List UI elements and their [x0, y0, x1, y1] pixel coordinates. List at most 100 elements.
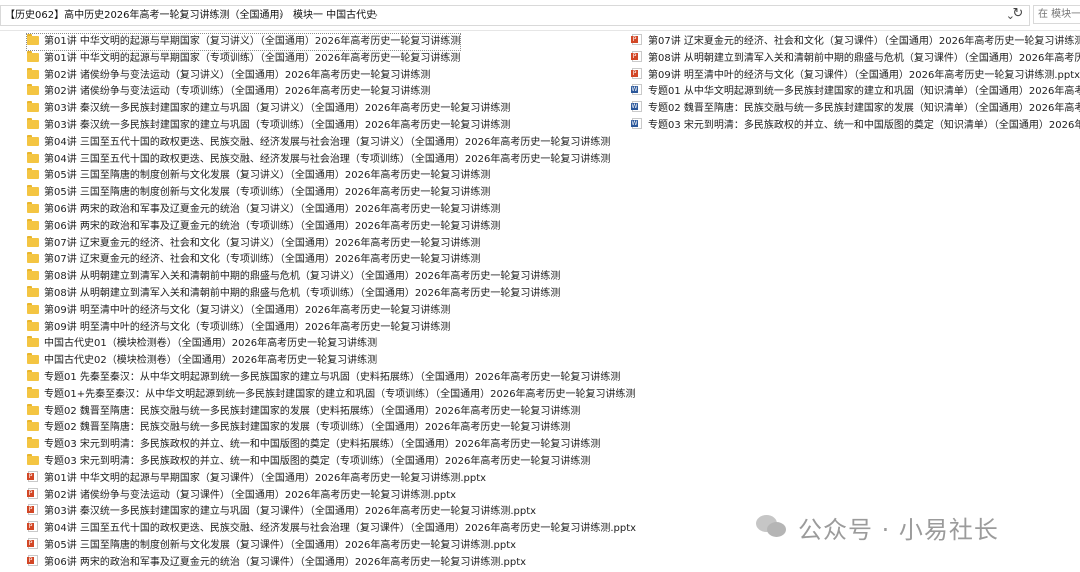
docx-file-icon: W	[631, 118, 643, 129]
item-label: 第03讲 秦汉统一多民族封建国家的建立与巩固（复习讲义）（全国通用）2026年高…	[44, 103, 511, 115]
file-item[interactable]: W 专题03 宋元到明清：多民族政权的并立、统一和中国版图的奠定（知识清单）（全国…	[631, 118, 1080, 134]
chevron-right-icon[interactable]: ›	[374, 6, 378, 25]
item-label: 中国古代史01（模块检测卷）（全国通用）2026年高考历史一轮复习讲练测	[44, 338, 378, 350]
folder-item[interactable]: 第04讲 三国至五代十国的政权更迭、民族交融、经济发展与社会治理（专项训练）（全…	[27, 151, 611, 168]
folder-item[interactable]: 专题01+先秦至秦汉：从中华文明起源到统一多民族封建国家的建立和巩固（专项训练）…	[27, 386, 636, 403]
chevron-right-icon[interactable]: ›	[279, 6, 283, 25]
folder-icon	[27, 34, 39, 45]
item-label: 第02讲 诸侯纷争与变法运动（复习课件）（全国通用）2026年高考历史一轮复习讲…	[44, 489, 457, 501]
folder-item[interactable]: 第02讲 诸侯纷争与变法运动（复习讲义）（全国通用）2026年高考历史一轮复习讲…	[27, 67, 431, 84]
folder-item[interactable]: 第08讲 从明朝建立到清军入关和清朝前中期的鼎盛与危机（专项训练）（全国通用）2…	[27, 286, 560, 302]
folder-icon	[27, 67, 39, 79]
item-label: 第05讲 三国至隋唐的制度创新与文化发展（专项训练）（全国通用）2026年高考历…	[44, 187, 491, 199]
file-item[interactable]: P 第06讲 两宋的政治和军事及辽夏金元的统治（复习课件）（全国通用）2026年高…	[27, 554, 527, 571]
pptx-file-icon: P	[27, 554, 39, 566]
folder-icon	[27, 286, 39, 297]
folder-item[interactable]: 第09讲 明至清中叶的经济与文化（专项训练）（全国通用）2026年高考历史一轮复…	[27, 319, 450, 336]
item-label: 第06讲 两宋的政治和军事及辽夏金元的统治（复习课件）（全国通用）2026年高考…	[44, 556, 527, 568]
folder-item[interactable]: 第03讲 秦汉统一多民族封建国家的建立与巩固（复习讲义）（全国通用）2026年高…	[27, 101, 510, 117]
item-label: 第01讲 中华文明的起源与早期国家（复习课件）（全国通用）2026年高考历史一轮…	[44, 472, 487, 484]
folder-item[interactable]: 第05讲 三国至隋唐的制度创新与文化发展（复习讲义）（全国通用）2026年高考历…	[27, 168, 490, 184]
folder-icon	[27, 319, 39, 331]
item-label: 第09讲 明至清中叶的经济与文化（复习课件）（全国通用）2026年高考历史一轮复…	[648, 69, 1080, 81]
item-label: 第04讲 三国至五代十国的政权更迭、民族交融、经济发展与社会治理（复习课件）（全…	[44, 523, 637, 535]
folder-item[interactable]: 第01讲 中华文明的起源与早期国家（专项训练）（全国通用）2026年高考历史一轮…	[27, 50, 460, 67]
folder-icon	[27, 302, 39, 314]
folder-item[interactable]: 第09讲 明至清中叶的经济与文化（复习讲义）（全国通用）2026年高考历史一轮复…	[27, 302, 451, 319]
pptx-file-icon: P	[27, 487, 39, 499]
folder-icon	[27, 235, 39, 247]
item-label: 第06讲 两宋的政治和军事及辽夏金元的统治（复习讲义）（全国通用）2026年高考…	[44, 204, 501, 215]
item-label: 专题01 从中华文明起源到统一多民族封建国家的建立和巩固（知识清单）（全国通用）…	[648, 86, 1080, 98]
folder-item[interactable]: 专题02 魏晋至隋唐：民族交融与统一多民族封建国家的发展（专项训练）（全国通用）…	[27, 420, 570, 436]
folder-icon	[27, 420, 39, 432]
item-label: 第08讲 从明朝建立到清军入关和清朝前中期的鼎盛与危机（专项训练）（全国通用）2…	[44, 288, 561, 299]
item-label: 专题02 魏晋至隋唐：民族交融与统一多民族封建国家的发展（专项训练）（全国通用）…	[44, 422, 571, 434]
folder-item[interactable]: 第07讲 辽宋夏金元的经济、社会和文化（复习讲义）（全国通用）2026年高考历史…	[27, 235, 481, 252]
item-label: 第02讲 诸侯纷争与变法运动（复习讲义）（全国通用）2026年高考历史一轮复习讲…	[44, 69, 431, 81]
folder-item[interactable]: 中国古代史02（模块检测卷）（全国通用）2026年高考历史一轮复习讲练测	[27, 353, 377, 369]
item-label: 第04讲 三国至五代十国的政权更迭、民族交融、经济发展与社会治理（专项训练）（全…	[44, 153, 611, 165]
folder-item[interactable]: 专题03 宋元到明清：多民族政权的并立、统一和中国版图的奠定（史料拓展练）（全国…	[27, 437, 600, 453]
file-item[interactable]: W 专题01 从中华文明起源到统一多民族封建国家的建立和巩固（知识清单）（全国通用…	[631, 84, 1080, 100]
folder-icon	[27, 84, 39, 96]
file-item[interactable]: P 第04讲 三国至五代十国的政权更迭、民族交融、经济发展与社会治理（复习课件）（…	[27, 521, 636, 537]
pptx-file-icon: P	[27, 504, 39, 516]
folder-item[interactable]: 第02讲 诸侯纷争与变法运动（专项训练）（全国通用）2026年高考历史一轮复习讲…	[27, 84, 430, 100]
item-label: 第06讲 两宋的政治和军事及辽夏金元的统治（专项训练）（全国通用）2026年高考…	[44, 220, 501, 232]
file-item[interactable]: P 第01讲 中华文明的起源与早期国家（复习课件）（全国通用）2026年高考历史一…	[27, 470, 487, 487]
file-item[interactable]: P 第07讲 辽宋夏金元的经济、社会和文化（复习课件）（全国通用）2026年高考历…	[631, 34, 1080, 50]
folder-icon	[27, 101, 39, 113]
item-label: 第04讲 三国至五代十国的政权更迭、民族交融、经济发展与社会治理（复习讲义）（全…	[44, 136, 611, 148]
item-label: 专题03 宋元到明清：多民族政权的并立、统一和中国版图的奠定（专项训练）（全国通…	[44, 456, 591, 467]
folder-item[interactable]: 第01讲 中华文明的起源与早期国家（复习讲义）（全国通用）2026年高考历史一轮…	[25, 33, 462, 51]
item-label: 第07讲 辽宋夏金元的经济、社会和文化（专项训练）（全国通用）2026年高考历史…	[44, 254, 481, 266]
folder-item[interactable]: 专题03 宋元到明清：多民族政权的并立、统一和中国版图的奠定（专项训练）（全国通…	[27, 454, 590, 470]
refresh-icon[interactable]: ↻	[1010, 6, 1026, 22]
item-label: 专题02 魏晋至隋唐：民族交融与统一多民族封建国家的发展（知识清单）（全国通用）…	[648, 103, 1080, 115]
folder-icon	[27, 370, 39, 381]
item-label: 第08讲 从明朝建立到清军入关和清朝前中期的鼎盛与危机（复习课件）（全国通用）2…	[648, 52, 1080, 64]
item-label: 专题01 先秦至秦汉：从中华文明起源到统一多民族国家的建立与巩固（史料拓展练）（…	[44, 372, 621, 383]
folder-icon	[27, 50, 39, 62]
folder-item[interactable]: 第08讲 从明朝建立到清军入关和清朝前中期的鼎盛与危机（复习讲义）（全国通用）2…	[27, 269, 560, 285]
item-label: 第07讲 辽宋夏金元的经济、社会和文化（复习课件）（全国通用）2026年高考历史…	[648, 36, 1080, 47]
file-item[interactable]: P 第03讲 秦汉统一多民族封建国家的建立与巩固（复习课件）（全国通用）2026年…	[27, 504, 536, 520]
folder-item[interactable]: 第03讲 秦汉统一多民族封建国家的建立与巩固（专项训练）（全国通用）2026年高…	[27, 118, 510, 134]
folder-item[interactable]: 专题01 先秦至秦汉：从中华文明起源到统一多民族国家的建立与巩固（史料拓展练）（…	[27, 370, 620, 386]
breadcrumb-current-folder[interactable]: 模块一 中国古代史	[293, 6, 376, 25]
folder-item[interactable]: 第04讲 三国至五代十国的政权更迭、民族交融、经济发展与社会治理（复习讲义）（全…	[27, 134, 611, 151]
file-list-column-right: P 第07讲 辽宋夏金元的经济、社会和文化（复习课件）（全国通用）2026年高考历…	[631, 34, 1080, 154]
file-item[interactable]: P 第09讲 明至清中叶的经济与文化（复习课件）（全国通用）2026年高考历史一轮…	[631, 67, 1080, 84]
item-label: 第07讲 辽宋夏金元的经济、社会和文化（复习讲义）（全国通用）2026年高考历史…	[44, 237, 481, 249]
item-label: 专题03 宋元到明清：多民族政权的并立、统一和中国版图的奠定（知识清单）（全国通…	[648, 120, 1080, 131]
docx-file-icon: W	[631, 101, 643, 113]
breadcrumb-root-folder[interactable]: 【历史062】高中历史2026年高考一轮复习讲练测（全国通用）	[5, 6, 290, 25]
folder-item[interactable]: 第06讲 两宋的政治和军事及辽夏金元的统治（复习讲义）（全国通用）2026年高考…	[27, 202, 500, 218]
search-input[interactable]	[1033, 5, 1080, 24]
item-label: 第03讲 秦汉统一多民族封建国家的建立与巩固（复习课件）（全国通用）2026年高…	[44, 506, 537, 518]
item-label: 第05讲 三国至隋唐的制度创新与文化发展（复习讲义）（全国通用）2026年高考历…	[44, 170, 491, 182]
folder-icon	[27, 151, 39, 163]
folder-item[interactable]: 第07讲 辽宋夏金元的经济、社会和文化（专项训练）（全国通用）2026年高考历史…	[27, 252, 480, 268]
item-label: 第09讲 明至清中叶的经济与文化（复习讲义）（全国通用）2026年高考历史一轮复…	[44, 304, 451, 316]
item-label: 第08讲 从明朝建立到清军入关和清朝前中期的鼎盛与危机（复习讲义）（全国通用）2…	[44, 271, 561, 283]
folder-item[interactable]: 第05讲 三国至隋唐的制度创新与文化发展（专项训练）（全国通用）2026年高考历…	[27, 185, 490, 201]
file-item[interactable]: W 专题02 魏晋至隋唐：民族交融与统一多民族封建国家的发展（知识清单）（全国通用…	[631, 101, 1080, 117]
folder-icon	[27, 218, 39, 230]
watermark-text: 公众号 · 小易社长	[798, 515, 999, 544]
address-bar[interactable]: 【历史062】高中历史2026年高考一轮复习讲练测（全国通用） › 模块一 中国…	[0, 5, 1030, 26]
pptx-file-icon: P	[631, 67, 643, 79]
file-item[interactable]: P 第02讲 诸侯纷争与变法运动（复习课件）（全国通用）2026年高考历史一轮复习…	[27, 487, 457, 504]
folder-item[interactable]: 专题02 魏晋至隋唐：民族交融与统一多民族封建国家的发展（史料拓展练）（全国通用…	[27, 403, 580, 420]
folder-icon	[27, 437, 39, 449]
item-label: 第05讲 三国至隋唐的制度创新与文化发展（复习课件）（全国通用）2026年高考历…	[44, 540, 517, 551]
file-item[interactable]: P 第05讲 三国至隋唐的制度创新与文化发展（复习课件）（全国通用）2026年高考…	[27, 538, 516, 554]
folder-item[interactable]: 中国古代史01（模块检测卷）（全国通用）2026年高考历史一轮复习讲练测	[27, 336, 377, 352]
file-item[interactable]: P 第08讲 从明朝建立到清军入关和清朝前中期的鼎盛与危机（复习课件）（全国通用）…	[631, 50, 1080, 67]
pptx-file-icon: P	[27, 538, 39, 549]
item-label: 第01讲 中华文明的起源与早期国家（复习讲义）（全国通用）2026年高考历史一轮…	[44, 36, 461, 47]
folder-icon	[27, 168, 39, 180]
item-label: 第03讲 秦汉统一多民族封建国家的建立与巩固（专项训练）（全国通用）2026年高…	[44, 120, 511, 131]
folder-item[interactable]: 第06讲 两宋的政治和军事及辽夏金元的统治（专项训练）（全国通用）2026年高考…	[27, 218, 501, 235]
